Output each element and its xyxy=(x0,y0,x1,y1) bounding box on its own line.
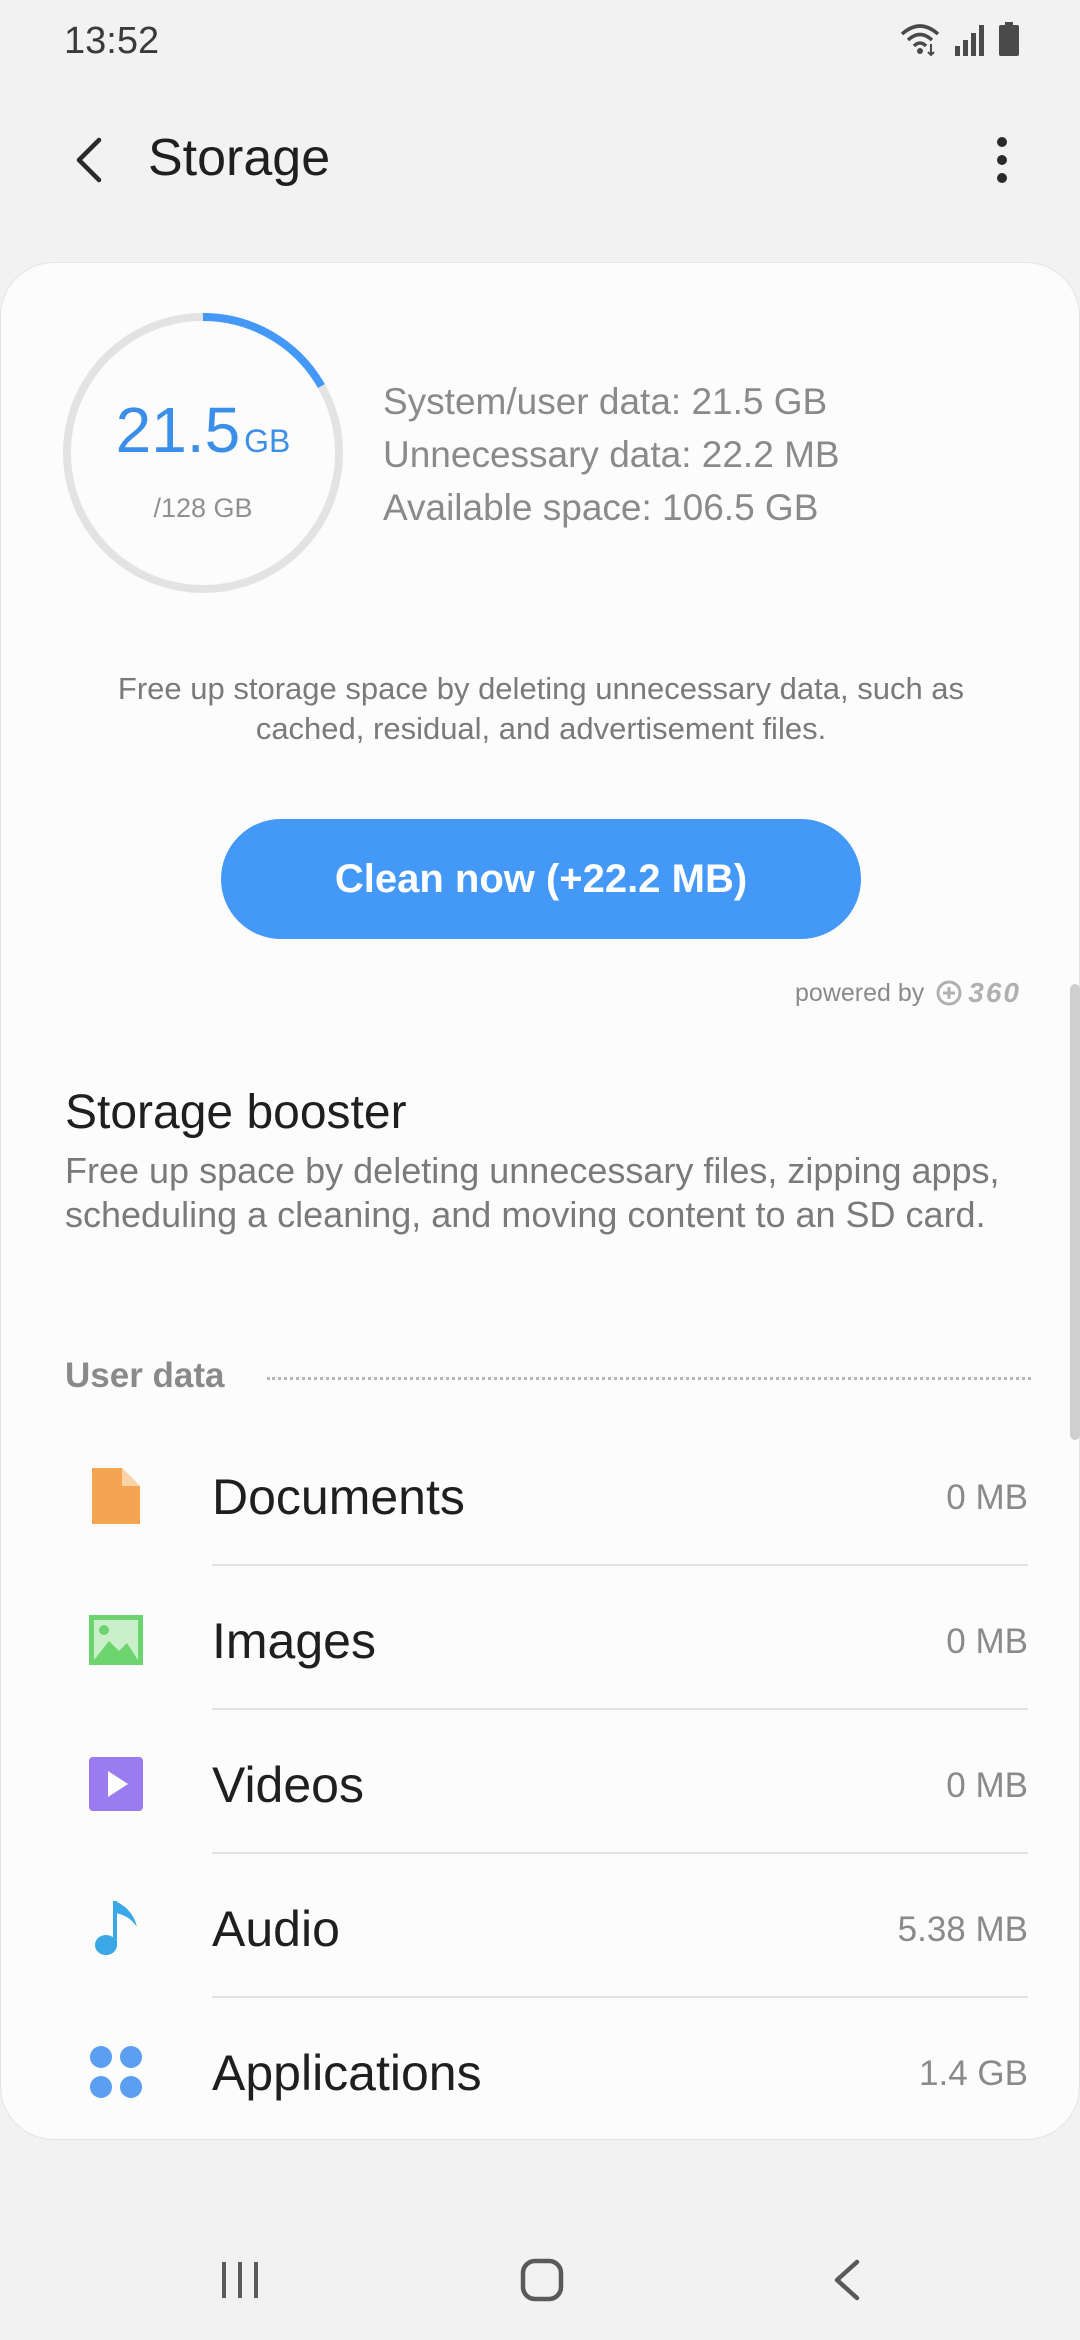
back-arrow-icon xyxy=(76,137,102,183)
user-data-list: Documents 0 MB Images 0 MB Videos 0 MB A… xyxy=(0,1422,1080,2142)
storage-screen: 13:52 Storage 21.5 GB /128 GB System/use… xyxy=(0,0,1080,2340)
list-item-label: Audio xyxy=(212,1901,340,1957)
page-title: Storage xyxy=(148,129,331,187)
brand-360-icon xyxy=(936,980,962,1006)
list-item-size: 0 MB xyxy=(946,1766,1028,1805)
brand-name: 360 xyxy=(968,977,1021,1008)
back-button[interactable] xyxy=(52,124,124,196)
document-icon xyxy=(86,1466,146,1526)
list-item-size: 0 MB xyxy=(946,1478,1028,1517)
list-item-size: 0 MB xyxy=(946,1622,1028,1661)
home-icon xyxy=(520,2258,564,2302)
status-icons xyxy=(900,22,1020,56)
recent-apps-icon xyxy=(222,2262,258,2298)
list-item-label: Images xyxy=(212,1613,376,1669)
list-item-label: Documents xyxy=(212,1469,465,1525)
usage-ring: 21.5 GB /128 GB xyxy=(61,311,345,595)
recent-apps-button[interactable] xyxy=(190,2240,290,2320)
list-item-applications[interactable]: Applications 1.4 GB xyxy=(0,1998,1080,2142)
cleanup-description: Free up storage space by deleting unnece… xyxy=(117,671,965,746)
total-capacity: /128 GB xyxy=(153,493,253,523)
used-unit: GB xyxy=(244,423,291,459)
powered-by: powered by 360 xyxy=(795,977,1021,1009)
user-data-label: User data xyxy=(65,1356,225,1395)
back-nav-button[interactable] xyxy=(796,2240,896,2320)
storage-stats: System/user data: 21.5 GB Unnecessary da… xyxy=(383,375,840,534)
back-nav-icon xyxy=(834,2259,860,2301)
list-item-size: 1.4 GB xyxy=(919,2054,1028,2093)
storage-booster-title[interactable]: Storage booster xyxy=(65,1085,407,1140)
status-time: 13:52 xyxy=(64,20,160,62)
used-number: 21.5 xyxy=(115,394,241,466)
navigation-bar xyxy=(0,2220,1080,2340)
stat-system-user-data: System/user data: 21.5 GB xyxy=(383,381,828,422)
list-item-label: Applications xyxy=(212,2045,482,2101)
status-bar: 13:52 xyxy=(0,0,1080,84)
brand-logo: 360 xyxy=(936,977,1021,1009)
list-item-size: 5.38 MB xyxy=(897,1910,1028,1949)
list-item-videos[interactable]: Videos 0 MB xyxy=(0,1710,1080,1854)
powered-by-label: powered by xyxy=(795,978,925,1007)
battery-icon xyxy=(998,22,1020,56)
scrollbar[interactable] xyxy=(1070,984,1080,1440)
more-options-button[interactable] xyxy=(966,124,1038,196)
apps-grid-icon xyxy=(86,2042,146,2102)
image-icon xyxy=(86,1610,146,1670)
user-data-header: User data xyxy=(65,1351,1031,1401)
used-value: 21.5 GB xyxy=(61,393,345,467)
more-vert-icon xyxy=(997,137,1007,183)
list-item-label: Videos xyxy=(212,1757,364,1813)
music-note-icon xyxy=(86,1898,146,1958)
stat-unnecessary-data: Unnecessary data: 22.2 MB xyxy=(383,434,840,475)
section-divider xyxy=(266,1376,1031,1380)
storage-booster-description[interactable]: Free up space by deleting unnecessary fi… xyxy=(65,1149,1015,1237)
signal-icon xyxy=(954,24,984,56)
list-item-audio[interactable]: Audio 5.38 MB xyxy=(0,1854,1080,1998)
list-item-documents[interactable]: Documents 0 MB xyxy=(0,1422,1080,1566)
wifi-icon xyxy=(900,22,940,56)
list-item-images[interactable]: Images 0 MB xyxy=(0,1566,1080,1710)
home-button[interactable] xyxy=(492,2240,592,2320)
stat-available-space: Available space: 106.5 GB xyxy=(383,487,819,528)
clean-now-button[interactable]: Clean now (+22.2 MB) xyxy=(221,819,861,939)
app-bar: Storage xyxy=(0,100,1080,220)
video-icon xyxy=(86,1754,146,1814)
